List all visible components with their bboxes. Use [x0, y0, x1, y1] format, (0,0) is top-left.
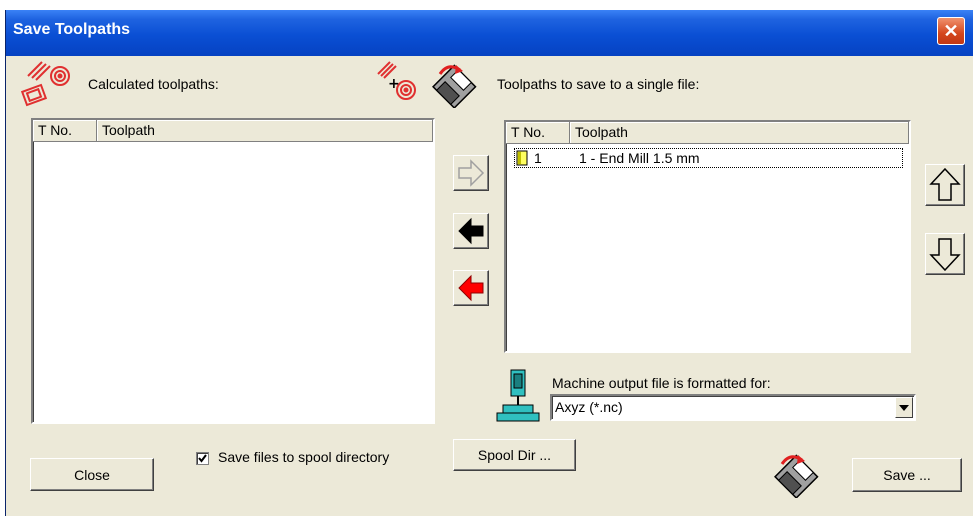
- save-toolpaths-dialog: Save Toolpaths ✕ Calculated toolpaths: T…: [5, 10, 973, 516]
- floppy-save-icon: [774, 454, 819, 498]
- column-header-toolpath[interactable]: Toolpath: [570, 122, 909, 143]
- toolpath-add-icon: +: [377, 61, 416, 100]
- dropdown-button[interactable]: [895, 397, 913, 418]
- calculated-list-header: T No. Toolpath: [33, 120, 433, 142]
- arrow-left-icon: [458, 217, 484, 245]
- arrow-down-icon: [929, 238, 961, 272]
- spool-checkbox[interactable]: [196, 452, 209, 465]
- toolpath-file-icon: [516, 150, 528, 166]
- column-header-tno[interactable]: T No.: [506, 122, 570, 143]
- chevron-down-icon: [899, 404, 909, 411]
- spool-checkbox-label: Save files to spool directory: [218, 449, 390, 465]
- column-header-tno[interactable]: T No.: [33, 120, 97, 141]
- machine-tool-icon: [496, 369, 540, 422]
- close-window-button[interactable]: ✕: [937, 17, 965, 45]
- spool-dir-button[interactable]: Spool Dir ...: [453, 439, 576, 471]
- calculated-toolpaths-label: Calculated toolpaths:: [88, 76, 219, 92]
- toolpaths-icon: [20, 61, 70, 107]
- arrow-up-icon: [929, 167, 961, 201]
- floppy-save-icon: [432, 64, 477, 108]
- close-button[interactable]: Close: [30, 458, 154, 491]
- window-title: Save Toolpaths: [13, 21, 131, 38]
- row-tno: 1: [534, 150, 542, 166]
- row-toolpath: 1 - End Mill 1.5 mm: [579, 150, 700, 166]
- add-to-save-button[interactable]: [453, 155, 489, 191]
- close-icon: ✕: [943, 20, 959, 41]
- title-bar: Save Toolpaths ✕: [6, 10, 973, 56]
- table-row[interactable]: 1 1 - End Mill 1.5 mm: [514, 148, 903, 168]
- machine-format-label: Machine output file is formatted for:: [552, 375, 771, 391]
- save-list-header: T No. Toolpath: [506, 122, 909, 144]
- remove-from-save-button[interactable]: [453, 213, 489, 249]
- move-down-button[interactable]: [925, 233, 965, 275]
- remove-all-button[interactable]: [453, 270, 489, 306]
- toolpaths-to-save-label: Toolpaths to save to a single file:: [497, 76, 700, 92]
- background-strip: [0, 0, 973, 10]
- calculated-toolpaths-list[interactable]: T No. Toolpath: [31, 118, 435, 424]
- save-button[interactable]: Save ...: [852, 458, 962, 492]
- checkmark-icon: [198, 454, 207, 463]
- move-up-button[interactable]: [925, 164, 965, 206]
- column-header-toolpath[interactable]: Toolpath: [97, 120, 433, 141]
- arrow-left-red-icon: [458, 274, 484, 302]
- arrow-right-disabled-icon: [458, 159, 485, 187]
- toolpaths-to-save-list[interactable]: T No. Toolpath 1 1 - End Mill 1.5 mm: [504, 120, 911, 353]
- machine-format-value: Axyz (*.nc): [555, 399, 623, 415]
- svg-text:+: +: [388, 76, 400, 92]
- machine-format-select[interactable]: Axyz (*.nc): [550, 394, 916, 421]
